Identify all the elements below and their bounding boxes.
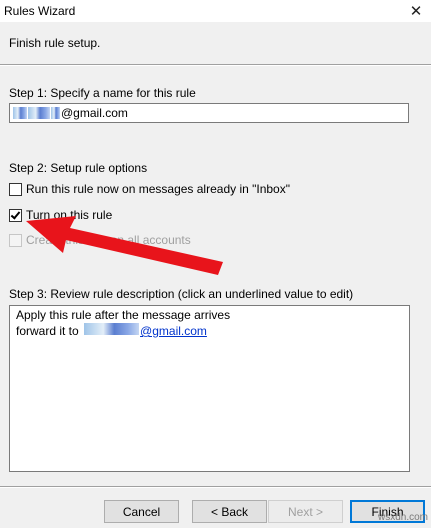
all-accounts-label: Create this rule on all accounts	[26, 233, 191, 247]
forward-address-link[interactable]: @gmail.com	[140, 324, 207, 338]
step3-label: Step 3: Review rule description (click a…	[9, 287, 354, 301]
run-now-checkbox[interactable]	[9, 182, 22, 196]
redacted-text	[51, 107, 60, 119]
close-icon[interactable]: ✕	[401, 0, 431, 22]
turn-on-label: Turn on this rule	[26, 208, 113, 222]
rule-name-value: @gmail.com	[61, 106, 128, 120]
step2-label: Step 2: Setup rule options	[9, 161, 148, 175]
option-all-accounts: Create this rule on all accounts	[9, 232, 191, 248]
window-title: Rules Wizard	[4, 4, 76, 18]
back-button[interactable]: < Back	[192, 500, 267, 523]
redacted-text	[13, 107, 27, 119]
rule-description-box: Apply this rule after the message arrive…	[9, 305, 410, 472]
all-accounts-checkbox	[9, 233, 22, 247]
rule-name-input[interactable]: @gmail.com	[9, 103, 409, 123]
wizard-subtitle: Finish rule setup.	[9, 36, 101, 50]
next-button: Next >	[268, 500, 343, 523]
step1-label: Step 1: Specify a name for this rule	[9, 86, 196, 100]
description-forward-text: forward it to	[16, 324, 79, 338]
description-line-2: forward it to @gmail.com	[16, 323, 403, 339]
header-divider-highlight	[0, 65, 431, 66]
run-now-label: Run this rule now on messages already in…	[26, 182, 290, 196]
description-line-1: Apply this rule after the message arrive…	[16, 308, 231, 322]
option-turn-on[interactable]: Turn on this rule	[9, 207, 112, 223]
option-run-now[interactable]: Run this rule now on messages already in…	[9, 181, 290, 197]
title-bar: Rules Wizard ✕	[0, 0, 431, 22]
turn-on-checkbox[interactable]	[9, 208, 22, 222]
watermark: wsxdn.com	[377, 512, 428, 523]
footer-divider-highlight	[0, 487, 431, 488]
redacted-text	[28, 107, 50, 119]
redacted-text	[84, 323, 140, 335]
cancel-button[interactable]: Cancel	[104, 500, 179, 523]
